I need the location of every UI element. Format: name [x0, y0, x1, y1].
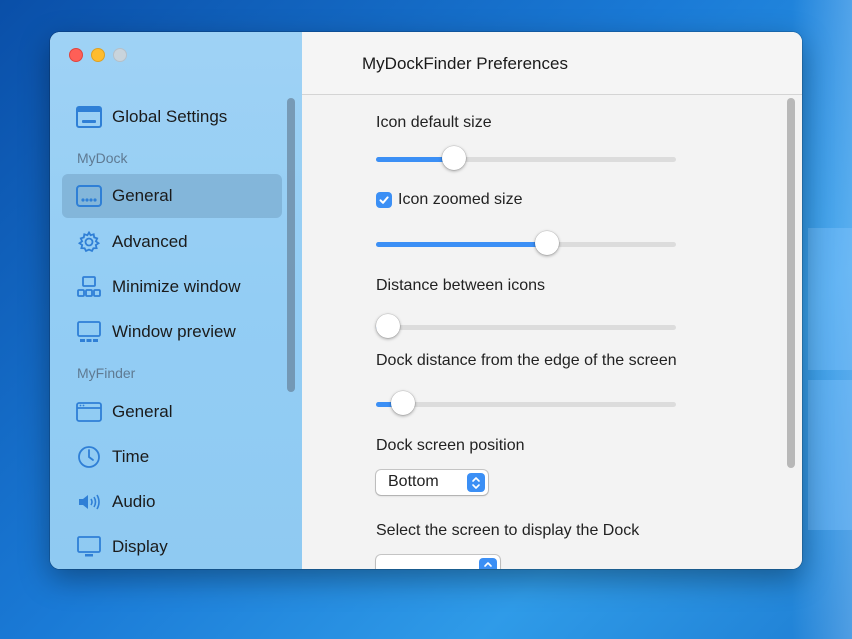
dock-distance-label: Dock distance from the edge of the scree…: [376, 352, 677, 369]
display-screen-select[interactable]: [376, 555, 500, 569]
clock-icon: [76, 445, 102, 469]
sidebar-item-label: Audio: [112, 492, 156, 511]
icon-zoomed-size-checkbox[interactable]: [376, 192, 392, 208]
sidebar-item-window-preview[interactable]: Window preview: [62, 310, 282, 354]
settings-content: Icon default size Icon zoomed size Dista…: [302, 95, 802, 569]
window-icon: [76, 105, 102, 129]
sidebar-item-advanced[interactable]: Advanced: [62, 220, 282, 264]
sidebar-item-label: Window preview: [112, 322, 236, 341]
chevron-updown-icon: [479, 558, 497, 569]
sidebar-item-display[interactable]: Display: [62, 525, 282, 569]
dock-distance-slider[interactable]: [376, 391, 676, 415]
dock-icon: [76, 184, 102, 208]
distance-between-icons-label: Distance between icons: [376, 277, 545, 294]
sidebar: Global Settings MyDock General Advanced …: [50, 32, 302, 569]
gear-icon: [76, 230, 102, 254]
minimize-window-icon: [76, 275, 102, 299]
section-header-myfinder: MyFinder: [77, 365, 136, 381]
icon-zoomed-size-slider[interactable]: [376, 231, 676, 255]
slider-fill: [376, 242, 547, 247]
desktop-window-logo-pane: [808, 380, 852, 530]
dock-screen-position-select[interactable]: Bottom: [376, 470, 488, 495]
window-preview-icon: [76, 320, 102, 344]
sidebar-item-label: Display: [112, 537, 168, 556]
slider-knob[interactable]: [442, 146, 466, 170]
select-value: Bottom: [388, 473, 439, 490]
icon-zoomed-size-label: Icon zoomed size: [398, 191, 523, 208]
sidebar-item-audio[interactable]: Audio: [62, 480, 282, 524]
sidebar-item-label: Advanced: [112, 232, 188, 251]
window-controls: [69, 48, 127, 62]
section-header-mydock: MyDock: [77, 150, 128, 166]
sidebar-item-time[interactable]: Time: [62, 435, 282, 479]
titlebar: MyDockFinder Preferences: [302, 32, 802, 95]
minimize-button[interactable]: [91, 48, 105, 62]
sidebar-item-label: General: [112, 186, 173, 205]
dock-screen-position-label: Dock screen position: [376, 437, 525, 454]
slider-knob[interactable]: [376, 314, 400, 338]
slider-knob[interactable]: [535, 231, 559, 255]
zoom-button[interactable]: [113, 48, 127, 62]
preferences-window: Global Settings MyDock General Advanced …: [50, 32, 802, 569]
close-button[interactable]: [69, 48, 83, 62]
sidebar-item-label: Minimize window: [112, 277, 241, 296]
sidebar-item-label: Time: [112, 447, 150, 466]
desktop-window-logo-pane: [808, 228, 852, 370]
icon-default-size-label: Icon default size: [376, 114, 492, 131]
content-scrollbar[interactable]: [787, 98, 795, 468]
sidebar-item-minimize-window[interactable]: Minimize window: [62, 265, 282, 309]
chevron-updown-icon: [467, 473, 485, 492]
monitor-icon: [76, 535, 102, 559]
sidebar-item-global-settings[interactable]: Global Settings: [62, 95, 282, 139]
sidebar-item-finder-general[interactable]: General: [62, 390, 282, 434]
sidebar-scrollbar[interactable]: [287, 98, 295, 392]
sidebar-item-label: General: [112, 402, 173, 421]
slider-knob[interactable]: [391, 391, 415, 415]
display-screen-label: Select the screen to display the Dock: [376, 522, 640, 539]
speaker-icon: [76, 490, 102, 514]
distance-between-icons-slider[interactable]: [376, 314, 676, 338]
sidebar-item-label: Global Settings: [112, 107, 228, 126]
finder-window-icon: [76, 400, 102, 424]
icon-default-size-slider[interactable]: [376, 146, 676, 170]
window-title: MyDockFinder Preferences: [362, 54, 568, 73]
sidebar-item-mydock-general[interactable]: General: [62, 174, 282, 218]
main-panel: MyDockFinder Preferences Icon default si…: [302, 32, 802, 569]
checkmark-icon: [379, 196, 389, 204]
